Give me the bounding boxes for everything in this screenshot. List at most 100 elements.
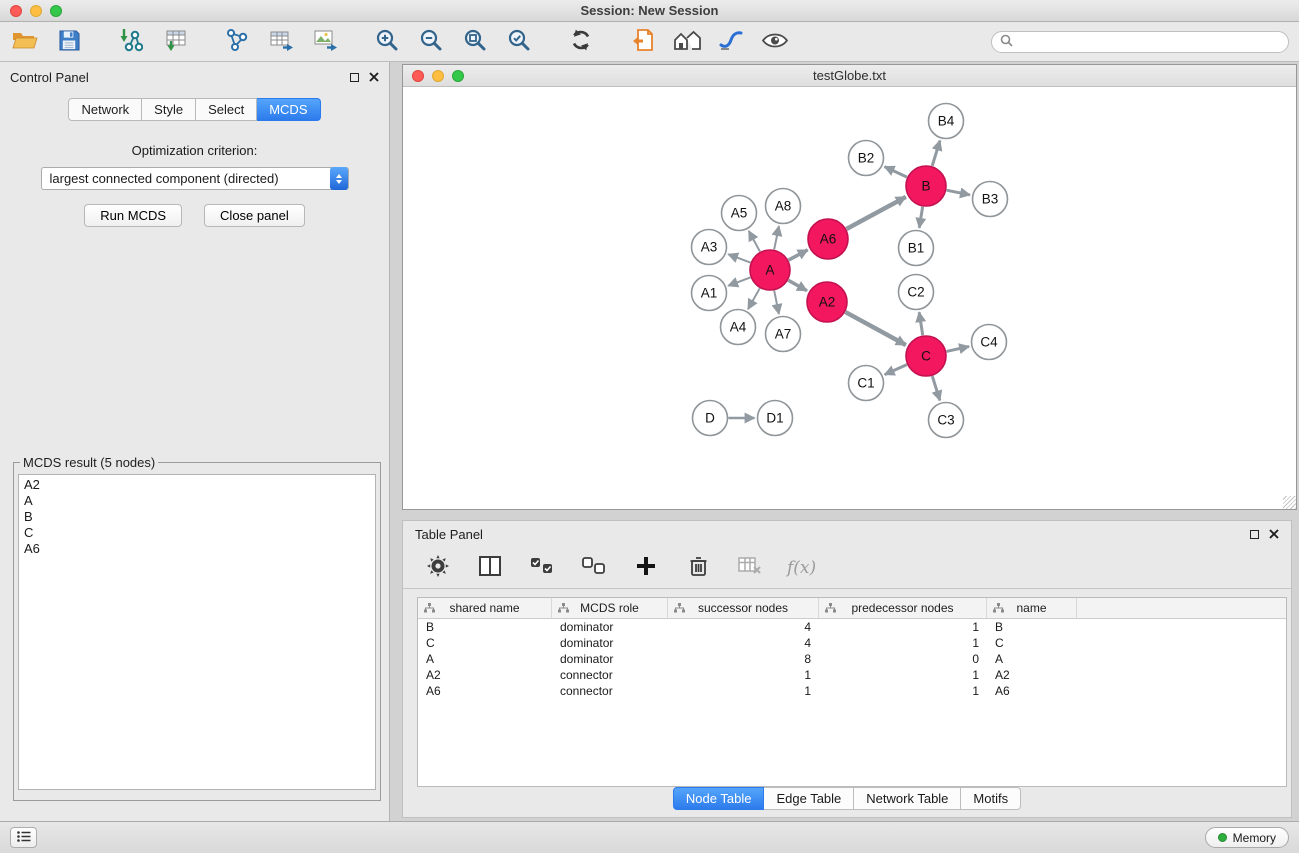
close-panel-icon[interactable] bbox=[369, 70, 379, 85]
svg-text:C3: C3 bbox=[937, 413, 954, 428]
graph-node-A4[interactable]: A4 bbox=[721, 310, 756, 345]
column-header-successor-nodes[interactable]: successor nodes bbox=[668, 598, 819, 618]
tab-edge-table[interactable]: Edge Table bbox=[764, 787, 854, 810]
import-group bbox=[116, 27, 190, 57]
run-mcds-button[interactable]: Run MCDS bbox=[84, 204, 182, 227]
graph-node-C[interactable]: C bbox=[906, 336, 946, 376]
close-panel-button[interactable]: Close panel bbox=[204, 204, 305, 227]
copy-document-icon bbox=[632, 28, 654, 55]
table-row[interactable]: Cdominator41C bbox=[418, 635, 1286, 651]
gear-icon bbox=[427, 555, 449, 580]
graph-node-A3[interactable]: A3 bbox=[692, 230, 727, 265]
maximize-network-icon[interactable] bbox=[452, 70, 464, 82]
graph-node-C1[interactable]: C1 bbox=[849, 366, 884, 401]
zoom-selected-icon bbox=[507, 28, 531, 55]
resize-grip[interactable] bbox=[1283, 496, 1296, 509]
maximize-window-icon[interactable] bbox=[50, 5, 62, 17]
minimize-network-icon[interactable] bbox=[432, 70, 444, 82]
graph-node-D1[interactable]: D1 bbox=[758, 401, 793, 436]
graph-node-B1[interactable]: B1 bbox=[899, 231, 934, 266]
deselect-all-button[interactable] bbox=[579, 553, 609, 583]
graph-node-A6[interactable]: A6 bbox=[808, 219, 848, 259]
table-row[interactable]: Adominator80A bbox=[418, 651, 1286, 667]
export-image-button[interactable] bbox=[310, 27, 340, 57]
tab-network-table[interactable]: Network Table bbox=[854, 787, 961, 810]
search-input[interactable] bbox=[1018, 35, 1280, 49]
tab-network[interactable]: Network bbox=[68, 98, 142, 121]
home-button[interactable] bbox=[672, 27, 702, 57]
copy-document-button[interactable] bbox=[628, 27, 658, 57]
table-cell: dominator bbox=[552, 652, 668, 666]
minimize-window-icon[interactable] bbox=[30, 5, 42, 17]
graph-node-C4[interactable]: C4 bbox=[972, 325, 1007, 360]
add-column-button[interactable] bbox=[631, 553, 661, 583]
graph-node-C3[interactable]: C3 bbox=[929, 403, 964, 438]
graph-node-A5[interactable]: A5 bbox=[722, 196, 757, 231]
mcds-result-list[interactable]: A2ABCA6 bbox=[18, 474, 376, 790]
network-canvas[interactable]: A A1 A2 A3 A4 A5 A6 A7 A8 B B1 B2 B3 B4 C C1 C2 C3 C4 D D1 bbox=[403, 87, 1296, 509]
graph-edge-A-A6 bbox=[789, 250, 808, 260]
open-file-button[interactable] bbox=[10, 27, 40, 57]
table-row[interactable]: Bdominator41B bbox=[418, 619, 1286, 635]
table-settings-button[interactable] bbox=[423, 553, 453, 583]
function-builder-button[interactable]: f(x) bbox=[787, 558, 816, 578]
show-columns-button[interactable] bbox=[475, 553, 505, 583]
tab-style[interactable]: Style bbox=[142, 98, 196, 121]
save-session-button[interactable] bbox=[54, 27, 84, 57]
task-history-button[interactable] bbox=[10, 827, 37, 848]
export-table-button[interactable] bbox=[266, 27, 296, 57]
tab-mcds[interactable]: MCDS bbox=[257, 98, 320, 121]
graph-node-B3[interactable]: B3 bbox=[973, 182, 1008, 217]
graph-node-C2[interactable]: C2 bbox=[899, 275, 934, 310]
table-cell: B bbox=[987, 620, 1077, 634]
optimization-criterion-select[interactable]: largest connected component (directed) bbox=[41, 167, 349, 190]
delete-table-button[interactable] bbox=[735, 553, 765, 583]
import-network-button[interactable] bbox=[116, 27, 146, 57]
graph-node-A[interactable]: A bbox=[750, 250, 790, 290]
export-network-button[interactable] bbox=[222, 27, 252, 57]
graph-edge-A-A3 bbox=[728, 254, 750, 262]
graphics-details-button[interactable] bbox=[716, 27, 746, 57]
close-network-icon[interactable] bbox=[412, 70, 424, 82]
graph-node-B2[interactable]: B2 bbox=[849, 141, 884, 176]
zoom-in-button[interactable] bbox=[372, 27, 402, 57]
network-window-titlebar[interactable]: testGlobe.txt bbox=[403, 65, 1296, 87]
tab-select[interactable]: Select bbox=[196, 98, 257, 121]
table-row[interactable]: A6connector11A6 bbox=[418, 683, 1286, 699]
graph-edge-A-A2 bbox=[788, 280, 807, 290]
float-panel-icon[interactable] bbox=[350, 73, 359, 82]
graph-node-B[interactable]: B bbox=[906, 166, 946, 206]
delete-column-button[interactable] bbox=[683, 553, 713, 583]
float-table-panel-icon[interactable] bbox=[1250, 530, 1259, 539]
select-all-button[interactable] bbox=[527, 553, 557, 583]
column-header-name[interactable]: name bbox=[987, 598, 1077, 618]
import-table-button[interactable] bbox=[160, 27, 190, 57]
tab-node-table[interactable]: Node Table bbox=[673, 787, 765, 810]
close-table-panel-icon[interactable] bbox=[1269, 527, 1279, 542]
apply-layout-button[interactable] bbox=[566, 27, 596, 57]
graph-node-B4[interactable]: B4 bbox=[929, 104, 964, 139]
graph-node-A1[interactable]: A1 bbox=[692, 276, 727, 311]
graph-node-D[interactable]: D bbox=[693, 401, 728, 436]
graph-node-A7[interactable]: A7 bbox=[766, 317, 801, 352]
graph-node-A2[interactable]: A2 bbox=[807, 282, 847, 322]
control-panel-title: Control Panel bbox=[10, 70, 89, 85]
zoom-out-button[interactable] bbox=[416, 27, 446, 57]
table-row[interactable]: A2connector11A2 bbox=[418, 667, 1286, 683]
show-hide-button[interactable] bbox=[760, 27, 790, 57]
zoom-fit-button[interactable] bbox=[460, 27, 490, 57]
search-icon bbox=[1000, 34, 1013, 50]
table-cell: C bbox=[418, 636, 552, 650]
column-header-shared-name[interactable]: shared name bbox=[418, 598, 552, 618]
graph-node-A8[interactable]: A8 bbox=[766, 189, 801, 224]
network-graph[interactable]: A A1 A2 A3 A4 A5 A6 A7 A8 B B1 B2 B3 B4 C C1 C2 C3 C4 D D1 bbox=[403, 87, 1296, 509]
column-header-predecessor-nodes[interactable]: predecessor nodes bbox=[819, 598, 987, 618]
zoom-selected-button[interactable] bbox=[504, 27, 534, 57]
close-window-icon[interactable] bbox=[10, 5, 22, 17]
memory-button[interactable]: Memory bbox=[1205, 827, 1289, 848]
search-field[interactable] bbox=[991, 31, 1289, 53]
tab-motifs[interactable]: Motifs bbox=[961, 787, 1021, 810]
svg-text:D: D bbox=[705, 411, 715, 426]
import-network-icon bbox=[119, 28, 143, 55]
column-header-MCDS-role[interactable]: MCDS role bbox=[552, 598, 668, 618]
